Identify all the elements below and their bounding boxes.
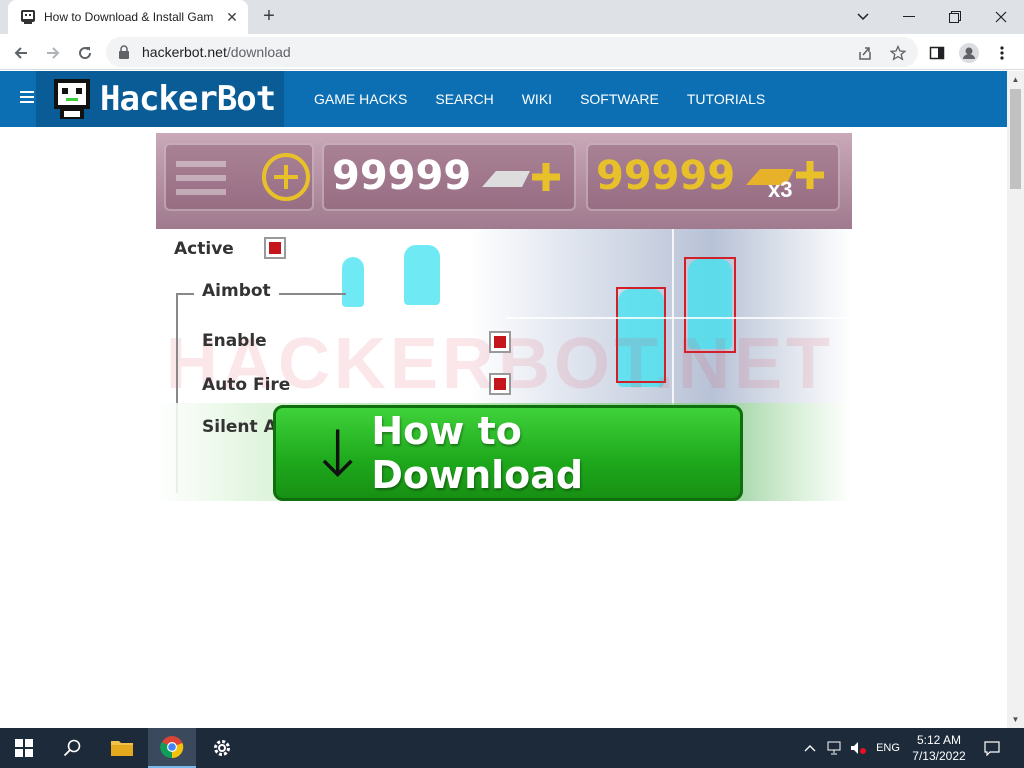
clock-date: 7/13/2022 xyxy=(912,749,966,763)
bookmark-star-icon[interactable] xyxy=(885,40,911,66)
browser-window: How to Download & Install Gam ✕ + hacker… xyxy=(0,0,1024,728)
windows-taskbar: ENG 5:12 AM 7/13/2022 xyxy=(0,728,1024,768)
nav-software[interactable]: SOFTWARE xyxy=(580,91,659,107)
lock-icon xyxy=(119,45,129,59)
autofire-label: Auto Fire xyxy=(202,375,291,395)
silver-bar-plus-icon xyxy=(482,163,560,191)
hackerbot-favicon-icon xyxy=(21,10,35,24)
autofire-checkbox xyxy=(489,373,511,395)
download-button-label: How to Download xyxy=(371,409,584,497)
settings-taskbar-button[interactable] xyxy=(198,728,246,768)
logo-text: HackerBot xyxy=(100,79,276,119)
gear-icon xyxy=(214,740,230,756)
browser-toolbar: hackerbot.net/download xyxy=(0,34,1024,70)
game-hud: 99999 99999 x3 xyxy=(156,133,852,229)
clock-time: 5:12 AM xyxy=(916,733,962,747)
search-button[interactable] xyxy=(48,728,96,768)
url-host: hackerbot.net xyxy=(142,44,227,60)
profile-avatar-icon[interactable] xyxy=(956,40,982,66)
hud-menu-box xyxy=(164,143,314,211)
back-icon[interactable] xyxy=(8,40,34,66)
how-to-download-button[interactable]: How to Download xyxy=(273,405,743,501)
start-button[interactable] xyxy=(0,728,48,768)
nav-search[interactable]: SEARCH xyxy=(435,91,493,107)
active-label: Active xyxy=(174,239,234,259)
enable-checkbox xyxy=(489,331,511,353)
folder-icon xyxy=(111,741,133,756)
vertical-scrollbar[interactable]: ▲ ▼ xyxy=(1007,71,1024,728)
enemy-figure-2 xyxy=(404,245,440,305)
side-panel-icon[interactable] xyxy=(924,40,950,66)
active-checkbox xyxy=(264,237,286,259)
hud-silver-value: 99999 xyxy=(332,153,472,199)
forward-icon[interactable] xyxy=(40,40,66,66)
page-viewport: HackerBot GAME HACKS SEARCH WIKI SOFTWAR… xyxy=(0,71,1007,728)
tab-search-icon[interactable] xyxy=(840,0,886,34)
browser-tab[interactable]: How to Download & Install Gam ✕ xyxy=(8,0,248,34)
reload-icon[interactable] xyxy=(72,40,98,66)
nav-tutorials[interactable]: TUTORIALS xyxy=(687,91,765,107)
windows-logo-icon xyxy=(15,739,33,757)
url-text: hackerbot.net/download xyxy=(142,44,291,60)
hud-menu-icon xyxy=(176,161,226,195)
close-tab-icon[interactable]: ✕ xyxy=(224,9,240,25)
hud-gold-value: 99999 xyxy=(596,153,736,199)
scroll-up-icon[interactable]: ▲ xyxy=(1007,71,1024,88)
network-icon[interactable] xyxy=(824,728,846,768)
system-clock[interactable]: 5:12 AM 7/13/2022 xyxy=(904,732,974,764)
url-path: /download xyxy=(226,44,291,60)
nav-game-hacks[interactable]: GAME HACKS xyxy=(314,91,407,107)
new-tab-button[interactable]: + xyxy=(258,6,280,28)
tab-title: How to Download & Install Gam xyxy=(44,10,214,24)
silent-aim-label: Silent A xyxy=(202,417,277,437)
download-banner[interactable]: 99999 99999 x3 HACKERBOT.NET Active Aimb… xyxy=(156,133,852,501)
down-arrow-icon xyxy=(322,429,353,478)
robot-logo-icon xyxy=(54,79,90,119)
site-header: HackerBot GAME HACKS SEARCH WIKI SOFTWAR… xyxy=(0,71,1007,127)
menu-kebab-icon[interactable] xyxy=(989,40,1015,66)
scroll-thumb[interactable] xyxy=(1010,89,1021,189)
tab-bar: How to Download & Install Gam ✕ + xyxy=(0,0,1024,34)
enable-label: Enable xyxy=(202,331,267,351)
notifications-icon[interactable] xyxy=(980,728,1004,768)
address-bar[interactable]: hackerbot.net/download xyxy=(106,37,918,67)
language-indicator[interactable]: ENG xyxy=(872,728,904,768)
chrome-icon xyxy=(160,736,184,759)
hud-plus-icon xyxy=(262,153,310,201)
volume-muted-icon[interactable] xyxy=(848,728,870,768)
crosshair-h xyxy=(506,317,852,319)
gold-multiplier: x3 xyxy=(768,177,793,202)
minimize-icon[interactable] xyxy=(886,0,932,34)
share-icon[interactable] xyxy=(852,40,878,66)
nav-wiki[interactable]: WIKI xyxy=(522,91,552,107)
site-nav: GAME HACKS SEARCH WIKI SOFTWARE TUTORIAL… xyxy=(300,71,779,127)
show-hidden-icons-icon[interactable] xyxy=(800,728,820,768)
aimbot-label: Aimbot xyxy=(194,281,279,301)
restore-icon[interactable] xyxy=(932,0,978,34)
hamburger-menu-icon[interactable] xyxy=(20,91,34,105)
scroll-down-icon[interactable]: ▼ xyxy=(1007,711,1024,728)
file-explorer-button[interactable] xyxy=(98,728,146,768)
search-icon xyxy=(63,739,81,757)
close-window-icon[interactable] xyxy=(978,0,1024,34)
site-logo[interactable]: HackerBot xyxy=(36,71,284,127)
chrome-taskbar-button[interactable] xyxy=(148,728,196,768)
